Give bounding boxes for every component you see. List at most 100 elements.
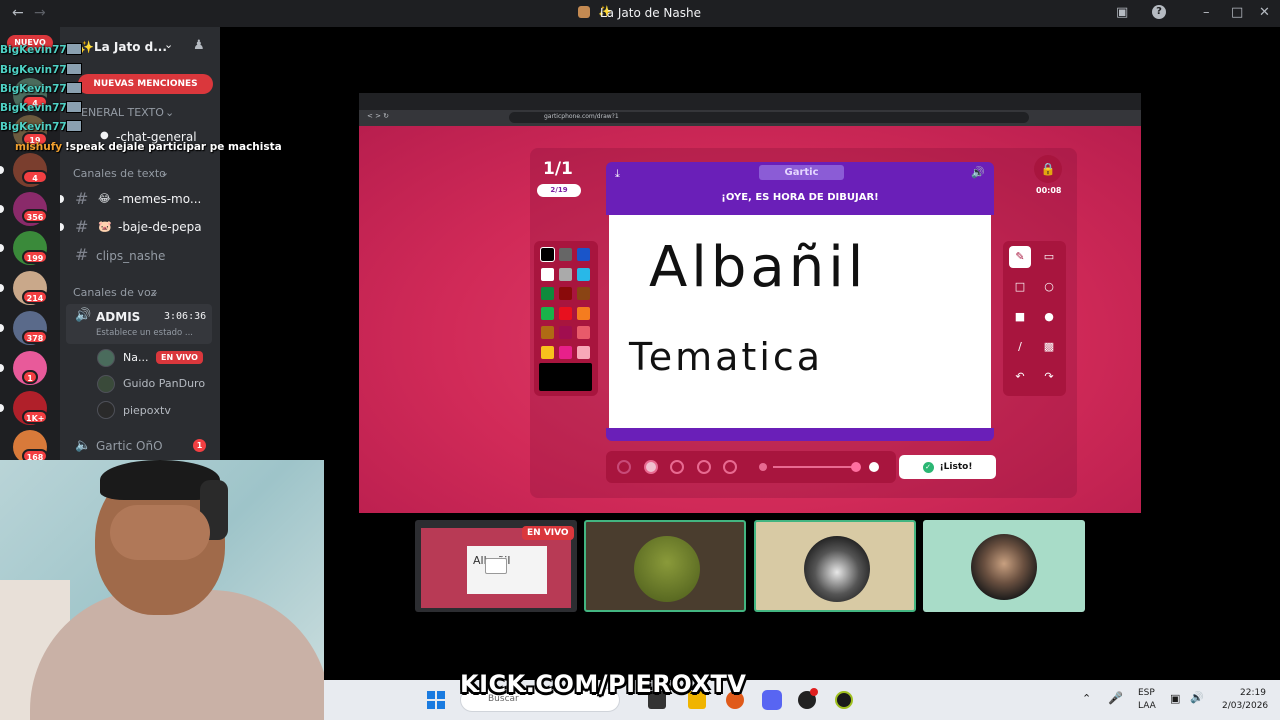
opacity-handle[interactable] — [851, 462, 861, 472]
add-member-icon[interactable]: ♟ — [193, 38, 205, 53]
circle-filled-icon[interactable]: ● — [1038, 306, 1060, 328]
avatar[interactable] — [97, 401, 115, 419]
game-app-icon[interactable] — [835, 691, 853, 709]
color-swatch[interactable] — [559, 345, 572, 359]
fill-bucket-icon[interactable]: ▩ — [1038, 336, 1060, 358]
channel-badge: 1 — [193, 439, 206, 452]
undo-icon[interactable]: ↶ — [1009, 366, 1031, 388]
help-icon[interactable]: ? — [1152, 5, 1166, 19]
forward-arrow-icon[interactable]: → — [34, 5, 46, 21]
voice-status[interactable]: Establece un estado ... — [96, 328, 193, 338]
chat-emote-icon — [66, 101, 82, 113]
eraser-icon[interactable]: ▭ — [1038, 246, 1060, 268]
stroke-size-4[interactable] — [697, 460, 711, 474]
close-icon[interactable]: ✕ — [1259, 5, 1270, 20]
current-color[interactable] — [539, 363, 592, 391]
minimize-icon[interactable]: – — [1203, 5, 1210, 20]
channel-memes[interactable]: -memes-mo... — [118, 192, 201, 206]
color-swatch[interactable] — [577, 306, 590, 320]
keyboard-lang-2[interactable]: LAA — [1138, 701, 1156, 711]
sound-icon[interactable]: 🔊 — [971, 166, 985, 179]
back-arrow-icon[interactable]: ← — [12, 5, 24, 21]
server-badge: 1 — [22, 370, 38, 384]
color-swatch[interactable] — [559, 248, 572, 261]
color-swatch[interactable] — [541, 345, 554, 359]
color-swatch[interactable] — [559, 326, 572, 339]
voice-user-name[interactable]: piероxtv — [123, 404, 171, 417]
download-icon[interactable]: ⤓ — [615, 167, 620, 181]
maximize-icon[interactable]: □ — [1231, 5, 1243, 20]
microphone-icon[interactable]: 🎤 — [1108, 691, 1123, 705]
hash-icon: # — [75, 245, 89, 264]
drawing-canvas[interactable]: Albañil Tematica — [609, 215, 991, 428]
color-swatch[interactable] — [559, 267, 572, 281]
chevron-up-icon[interactable]: ⌃ — [1082, 692, 1091, 705]
voice-user-name[interactable]: Na... — [123, 351, 148, 364]
tile-participant-2[interactable] — [584, 520, 746, 612]
color-swatch[interactable] — [577, 345, 590, 359]
pencil-icon[interactable]: ✎ — [1009, 246, 1031, 268]
color-swatch[interactable] — [559, 306, 572, 320]
new-mentions-banner[interactable]: NUEVAS MENCIONES — [78, 74, 213, 94]
back-arrow-icon[interactable]: < > ↻ — [367, 112, 389, 120]
network-icon[interactable]: ▣ — [1170, 692, 1180, 705]
clock-time[interactable]: 22:19 — [1240, 688, 1266, 698]
rectangle-outline-icon[interactable]: □ — [1009, 276, 1031, 298]
chat-emote-icon — [66, 63, 82, 75]
inbox-icon[interactable]: ▣ — [1116, 5, 1128, 20]
tile-participant-4[interactable] — [923, 520, 1085, 612]
line-icon[interactable]: ∕ — [1009, 336, 1031, 358]
webcam-feed — [0, 460, 324, 720]
color-swatch[interactable] — [577, 326, 590, 339]
opacity-slider[interactable] — [773, 466, 857, 468]
check-icon: ✓ — [922, 462, 934, 473]
round-timer: 00:08 — [1036, 186, 1062, 195]
color-swatch[interactable] — [577, 248, 590, 261]
stroke-size-3[interactable] — [670, 460, 684, 474]
color-swatch[interactable] — [577, 267, 590, 281]
windows-start-icon[interactable] — [427, 691, 445, 709]
color-swatch[interactable] — [577, 287, 590, 300]
color-swatch[interactable] — [559, 287, 572, 300]
chat-message: !speak dejale participar pe machista — [65, 141, 282, 153]
color-swatch[interactable] — [540, 247, 555, 262]
monitor-icon — [485, 558, 507, 574]
color-swatch[interactable] — [541, 306, 554, 320]
clock-date[interactable]: 2/03/2026 — [1222, 701, 1268, 711]
avatar[interactable] — [97, 375, 115, 393]
done-button[interactable]: ✓ ¡Listo! — [899, 455, 996, 479]
color-swatch[interactable] — [541, 326, 554, 339]
rectangle-filled-icon[interactable]: ■ — [1009, 306, 1031, 328]
circle-outline-icon[interactable]: ○ — [1038, 276, 1060, 298]
stroke-size-2[interactable] — [644, 460, 658, 474]
category-general-text[interactable]: ENERAL TEXTO — [81, 106, 164, 119]
stroke-size-1[interactable] — [617, 460, 631, 474]
chevron-down-icon[interactable]: ⌄ — [160, 166, 169, 179]
color-swatch[interactable] — [541, 287, 554, 300]
window-title: La Jato de Nashe — [600, 6, 701, 20]
channel-clips-nashe[interactable]: clips_nashe — [96, 249, 165, 263]
redo-icon[interactable]: ↷ — [1038, 366, 1060, 388]
tile-screen-share[interactable]: Albañil EN VIVO — [415, 520, 577, 612]
color-swatch[interactable] — [541, 267, 554, 281]
avatar[interactable] — [97, 349, 115, 367]
tile-participant-3[interactable] — [754, 520, 916, 612]
chevron-down-icon[interactable]: ⌄ — [165, 106, 174, 119]
category-text-channels[interactable]: Canales de texto — [73, 167, 166, 180]
channel-baje-de-pepa[interactable]: -baje-de-pepa — [118, 220, 202, 234]
server-badge: 214 — [22, 290, 48, 304]
screen-share[interactable]: < > ↻ garticphone.com/draw?1 1/1 2/19 ⤓ … — [359, 93, 1141, 513]
chat-username: BigKevin77 — [0, 102, 67, 114]
voice-user-name[interactable]: Guido PanDuro — [123, 377, 205, 390]
volume-icon[interactable]: 🔊 — [1190, 691, 1204, 704]
drawing-text-line2: Tematica — [629, 335, 824, 379]
category-voice-channels[interactable]: Canales de voz — [73, 286, 156, 299]
avatar — [634, 536, 700, 602]
stroke-size-5[interactable] — [723, 460, 737, 474]
chevron-down-icon[interactable]: ⌄ — [164, 38, 173, 51]
keyboard-lang-1[interactable]: ESP — [1138, 688, 1155, 698]
browser-tab-strip[interactable] — [359, 93, 1141, 110]
chevron-down-icon[interactable]: ⌄ — [150, 285, 159, 298]
voice-channel-gartic[interactable]: Gartic OñO — [96, 439, 163, 453]
server-name[interactable]: La Jato d... — [94, 40, 167, 54]
